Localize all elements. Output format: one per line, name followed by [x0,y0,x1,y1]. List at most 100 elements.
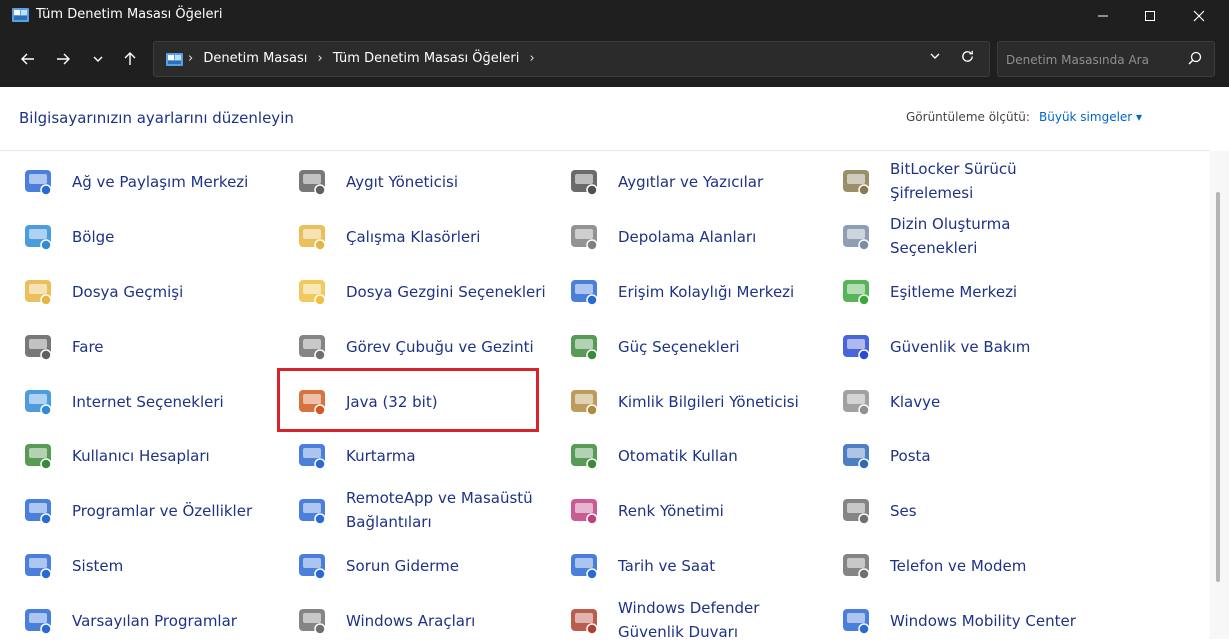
control-panel-item[interactable]: Sistem [22,543,282,589]
control-panel-item[interactable]: Otomatik Kullan [568,433,828,479]
control-panel-item[interactable]: Tarih ve Saat [568,543,828,589]
item-label-line: Sorun Giderme [346,557,459,575]
search-input[interactable] [1006,50,1176,70]
item-label-line: Ses [890,502,917,520]
control-panel-item-label: Eşitleme Merkezi [890,280,1017,304]
control-panel-item-label: Erişim Kolaylığı Merkezi [618,280,794,304]
control-panel-item[interactable]: Aygıt Yöneticisi [296,159,556,205]
control-panel-item-label: Dizin Oluşturma Seçenekleri [890,212,1010,260]
control-panel-item-label: Güvenlik ve Bakım [890,335,1030,359]
item-label-line: Çalışma Klasörleri [346,228,481,246]
item-label-line: Bölge [72,228,115,246]
control-panel-item[interactable]: Eşitleme Merkezi [840,269,1100,315]
taskbar-icon [299,335,326,361]
programs-icon [25,499,52,525]
scrollbar-thumb[interactable] [1216,192,1220,582]
sync-icon [843,280,870,306]
refresh-button[interactable] [960,49,975,68]
item-label-line: Bağlantıları [346,513,432,531]
control-panel-item[interactable]: Posta [840,433,1100,479]
control-panel-item[interactable]: Görev Çubuğu ve Gezinti [296,324,556,370]
control-panel-item-label: Windows Defender Güvenlik Duvarı [618,596,759,644]
divider [0,150,1210,151]
mouse-icon [25,335,52,361]
recent-locations-button[interactable] [85,45,111,73]
control-panel-item[interactable]: Depolama Alanları [568,214,828,260]
item-label-line: BitLocker Sürücü [890,160,1017,178]
control-panel-item-label: Klavye [890,390,940,414]
control-panel-item[interactable]: Kimlik Bilgileri Yöneticisi [568,379,828,425]
control-panel-item[interactable]: Dizin Oluşturma Seçenekleri [840,214,1100,260]
control-panel-item[interactable]: Varsayılan Programlar [22,598,282,644]
control-panel-item-label: Varsayılan Programlar [72,609,237,633]
control-panel-item[interactable]: Bölge [22,214,282,260]
autoplay-icon [571,444,598,470]
control-panel-item-label: BitLocker Sürücü Şifrelemesi [890,157,1017,205]
control-panel-item[interactable]: Sorun Giderme [296,543,556,589]
control-panel-item[interactable]: Windows Defender Güvenlik Duvarı [568,598,828,644]
control-panel-item-label: Görev Çubuğu ve Gezinti [346,335,534,359]
control-panel-item[interactable]: Ağ ve Paylaşım Merkezi [22,159,282,205]
breadcrumb-all-items[interactable]: Tüm Denetim Masası Öğeleri [333,51,519,66]
control-panel-item-label: Çalışma Klasörleri [346,225,480,249]
item-label-line: Klavye [890,393,941,411]
control-panel-item[interactable]: Güvenlik ve Bakım [840,324,1100,370]
item-label-line: Renk Yönetimi [618,502,724,520]
control-panel-item-label: Güç Seçenekleri [618,335,740,359]
up-button[interactable] [117,45,143,73]
control-panel-item[interactable]: RemoteApp ve Masaüstü Bağlantıları [296,488,556,534]
control-panel-item[interactable]: Fare [22,324,282,370]
close-button[interactable] [1176,0,1222,31]
minimize-button[interactable] [1080,0,1126,31]
remoteapp-icon [299,499,326,525]
control-panel-item[interactable]: Kurtarma [296,433,556,479]
control-panel-item[interactable]: Dosya Geçmişi [22,269,282,315]
control-panel-item[interactable]: Windows Mobility Center [840,598,1100,644]
breadcrumb-control-panel[interactable]: Denetim Masası [203,51,307,66]
address-bar[interactable]: › Denetim Masası › Tüm Denetim Masası Öğ… [153,41,990,77]
control-panel-item[interactable]: Erişim Kolaylığı Merkezi [568,269,828,315]
item-label-line: Dosya Geçmişi [72,283,184,301]
control-panel-item-label: Kimlik Bilgileri Yöneticisi [618,390,799,414]
control-panel-item-label: Kurtarma [346,444,416,468]
control-panel-item[interactable]: Dosya Gezgini Seçenekleri [296,269,556,315]
maximize-button[interactable] [1127,0,1173,31]
item-label-line: Şifrelemesi [890,184,974,202]
bitlocker-icon [843,170,870,196]
item-label-line: Eşitleme Merkezi [890,283,1018,301]
address-dropdown-button[interactable] [929,50,941,66]
control-panel-item[interactable]: Programlar ve Özellikler [22,488,282,534]
control-panel-item[interactable]: Kullanıcı Hesapları [22,433,282,479]
back-button[interactable] [15,45,41,73]
control-panel-item-label: Ağ ve Paylaşım Merkezi [72,170,248,194]
item-label-line: RemoteApp ve Masaüstü [346,489,533,507]
control-panel-item[interactable]: Ses [840,488,1100,534]
phone-modem-icon [843,554,870,580]
item-label-line: Seçenekleri [890,239,978,257]
date-time-icon [571,554,598,580]
control-panel-icon [12,8,29,22]
item-label-line: Dosya Gezgini Seçenekleri [346,283,546,301]
view-by-dropdown[interactable]: Büyük simgeler ▾ [1039,110,1142,124]
control-panel-item-label: Fare [72,335,104,359]
control-panel-item[interactable]: Klavye [840,379,1100,425]
control-panel-item-label: Depolama Alanları [618,225,756,249]
item-label-line: Kullanıcı Hesapları [72,447,210,465]
indexing-icon [843,225,870,251]
control-panel-item[interactable]: Aygıtlar ve Yazıcılar [568,159,828,205]
control-panel-icon [166,53,183,66]
control-panel-item[interactable]: Internet Seçenekleri [22,379,282,425]
control-panel-item[interactable]: Renk Yönetimi [568,488,828,534]
control-panel-item[interactable]: Telefon ve Modem [840,543,1100,589]
control-panel-item[interactable]: Windows Araçları [296,598,556,644]
forward-button[interactable] [50,45,76,73]
breadcrumb: › Denetim Masası › Tüm Denetim Masası Öğ… [188,51,541,66]
color-management-icon [571,499,598,525]
control-panel-item[interactable]: Çalışma Klasörleri [296,214,556,260]
control-panel-item-label: Sistem [72,554,123,578]
storage-icon [571,225,598,251]
control-panel-item-label: Bölge [72,225,114,249]
control-panel-item[interactable]: Güç Seçenekleri [568,324,828,370]
search-box[interactable] [997,41,1215,77]
control-panel-item[interactable]: BitLocker Sürücü Şifrelemesi [840,159,1100,205]
